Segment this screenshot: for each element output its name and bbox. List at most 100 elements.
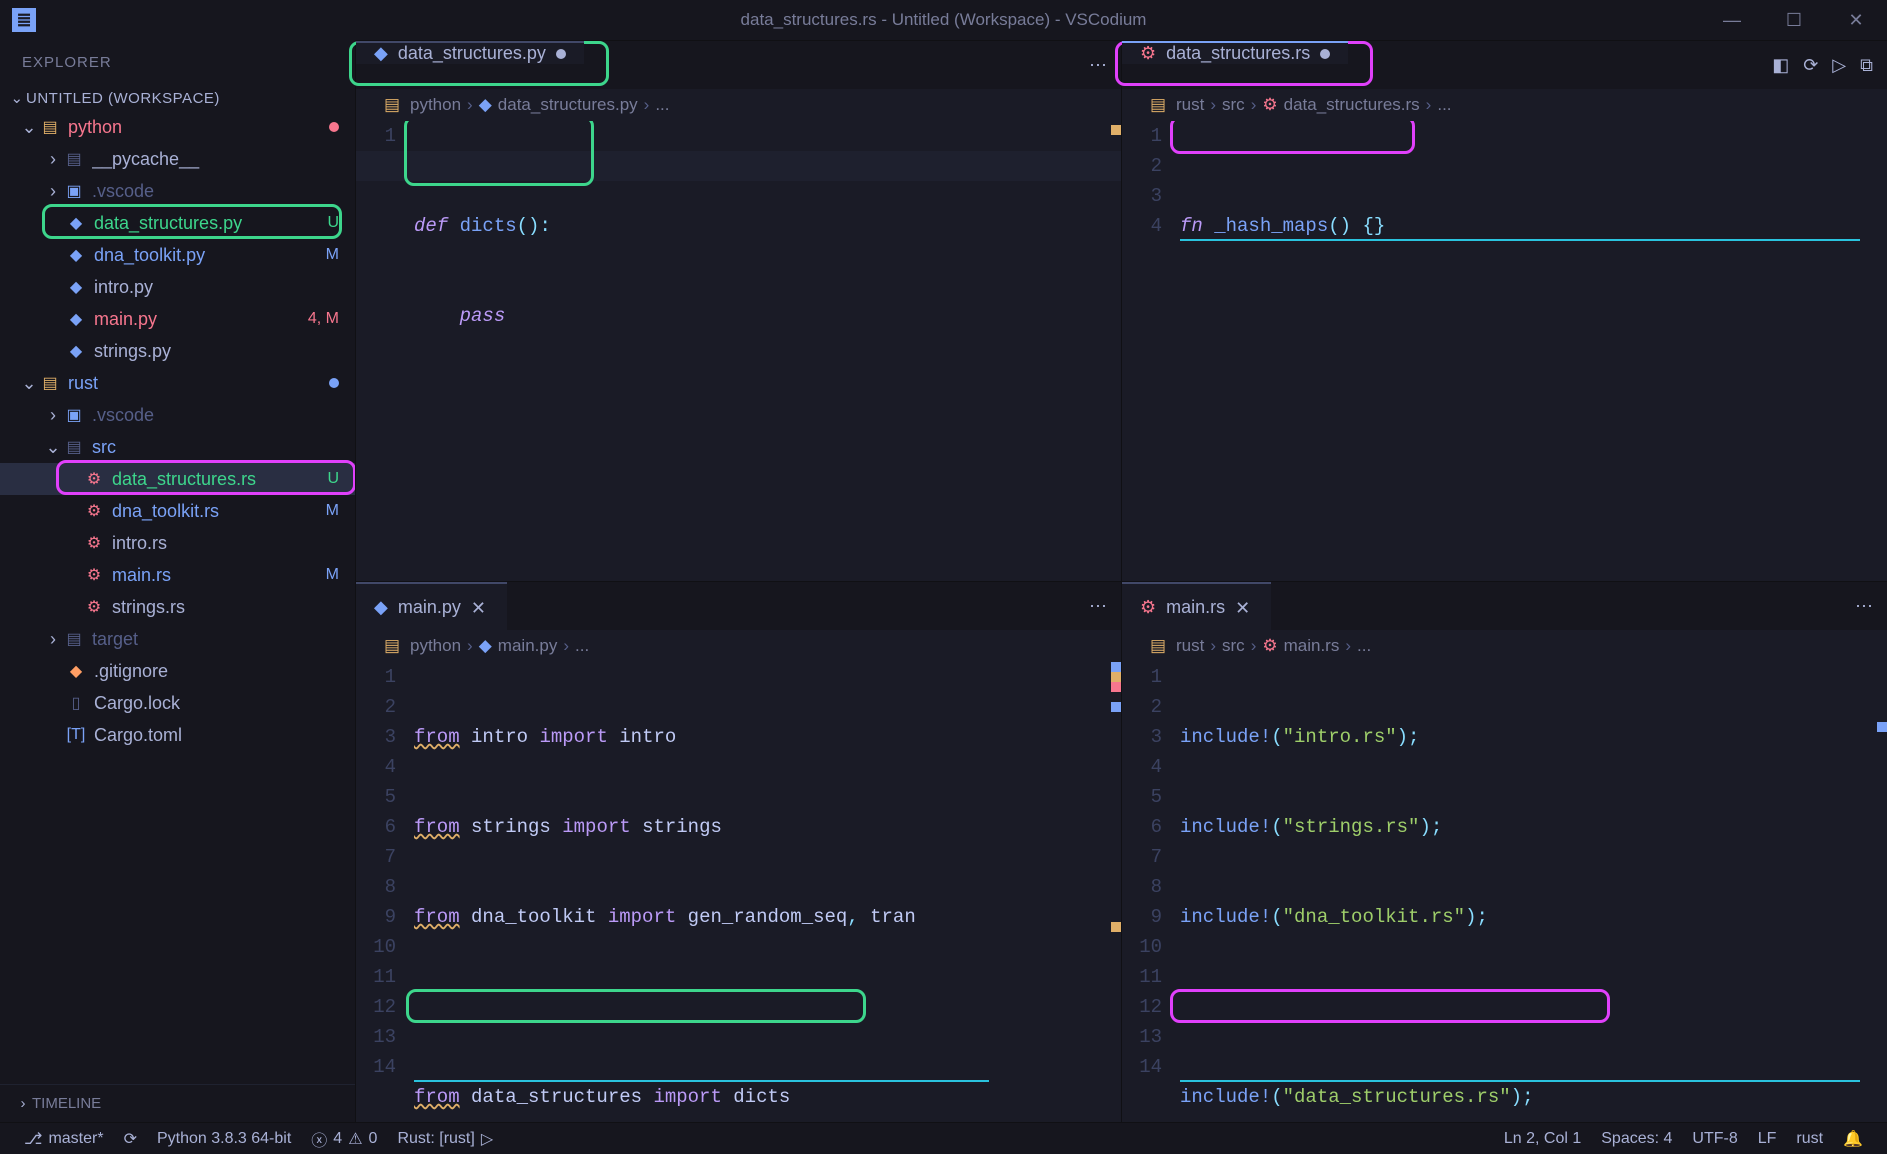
folder-icon: ▤: [62, 629, 86, 649]
breadcrumb-item: data_structures.rs: [1284, 95, 1420, 115]
status-problems[interactable]: ⓧ 4 ⚠ 0: [301, 1127, 387, 1151]
run-icon[interactable]: ▷: [1832, 55, 1846, 76]
window-controls: — ☐ ✕: [1701, 0, 1887, 40]
tree-file-intro-rs[interactable]: ⚙ intro.rs: [0, 527, 355, 559]
editor-pane-py-ds: ◆ data_structures.py ⋯ ▤ python › ◆ data…: [355, 40, 1121, 581]
tree-folder-vscode-py[interactable]: › ▣ .vscode: [0, 175, 355, 207]
status-branch[interactable]: ⎇ master*: [14, 1129, 114, 1149]
status-label: master*: [48, 1130, 103, 1148]
status-label: rust: [1796, 1130, 1823, 1148]
tree-label: main.rs: [112, 565, 326, 586]
tree-folder-pycache[interactable]: › ▤ __pycache__: [0, 143, 355, 175]
python-icon: ◆: [64, 245, 88, 265]
tree-file-data-structures-py[interactable]: ◆ data_structures.py U: [0, 207, 355, 239]
close-button[interactable]: ✕: [1825, 0, 1887, 40]
tree-label: .gitignore: [94, 661, 339, 682]
status-sync[interactable]: ⟳: [114, 1129, 147, 1149]
tree-file-data-structures-rs[interactable]: ⚙ data_structures.rs U: [0, 463, 355, 495]
tree-file-gitignore[interactable]: ◆ .gitignore: [0, 655, 355, 687]
tree-label: src: [92, 437, 339, 458]
tree-file-dna-toolkit-py[interactable]: ◆ dna_toolkit.py M: [0, 239, 355, 271]
breadcrumb[interactable]: ▤ python › ◆ data_structures.py › ...: [356, 89, 1121, 121]
code-editor[interactable]: 12 def dicts(): pass: [356, 121, 1121, 581]
code-editor[interactable]: 1234567891011121314 include!("intro.rs")…: [1122, 662, 1887, 1122]
status-label: LF: [1758, 1130, 1777, 1148]
tree-label: rust: [68, 373, 329, 394]
tree-file-intro-py[interactable]: ◆ intro.py: [0, 271, 355, 303]
explorer-sidebar: EXPLORER ⌄ UNTITLED (WORKSPACE) ⌄ ▤ pyth…: [0, 40, 355, 1122]
git-icon: ◆: [64, 661, 88, 681]
tree-label: Cargo.lock: [94, 693, 339, 714]
sync-icon[interactable]: ⟳: [1803, 55, 1818, 76]
line-gutter: 12: [356, 121, 414, 581]
split-icon[interactable]: ⧉: [1860, 55, 1873, 76]
python-icon: ◆: [374, 597, 388, 618]
tree-label: data_structures.rs: [112, 469, 327, 490]
status-label: Python 3.8.3 64-bit: [157, 1130, 291, 1148]
python-icon: ◆: [64, 213, 88, 233]
breadcrumb-item: main.rs: [1284, 636, 1340, 656]
app-icon: ≣: [12, 8, 36, 32]
more-icon[interactable]: ⋯: [1089, 596, 1107, 617]
compare-icon[interactable]: ◧: [1772, 55, 1789, 76]
maximize-button[interactable]: ☐: [1763, 0, 1825, 40]
minimize-button[interactable]: —: [1701, 0, 1763, 40]
tree-label: .vscode: [92, 181, 339, 202]
git-status-badge: M: [326, 502, 339, 520]
tree-folder-src[interactable]: ⌄ ▤ src: [0, 431, 355, 463]
run-icon: ▷: [481, 1129, 493, 1149]
tree-label: .vscode: [92, 405, 339, 426]
breadcrumb[interactable]: ▤ python › ◆ main.py › ...: [356, 630, 1121, 662]
tab-main-rs[interactable]: ⚙ main.rs ✕: [1122, 582, 1271, 630]
status-eol[interactable]: LF: [1748, 1129, 1787, 1149]
tree-label: python: [68, 117, 329, 138]
close-icon[interactable]: ✕: [1235, 598, 1253, 616]
code-editor[interactable]: 1234567891011121314 from intro import in…: [356, 662, 1121, 1122]
git-status-badge: M: [326, 246, 339, 264]
workspace-header[interactable]: ⌄ UNTITLED (WORKSPACE): [0, 85, 355, 111]
timeline-header[interactable]: › TIMELINE: [0, 1084, 355, 1122]
rust-icon: ⚙: [82, 597, 106, 617]
breadcrumb-item: python: [410, 636, 461, 656]
tab-main-py[interactable]: ◆ main.py ✕: [356, 582, 507, 630]
tabbar: ◆ data_structures.py ⋯: [356, 41, 1121, 89]
more-icon[interactable]: ⋯: [1855, 596, 1873, 617]
status-indent[interactable]: Spaces: 4: [1591, 1129, 1682, 1149]
tree-folder-vscode-rs[interactable]: › ▣ .vscode: [0, 399, 355, 431]
status-position[interactable]: Ln 2, Col 1: [1494, 1129, 1591, 1149]
chevron-down-icon: ⌄: [20, 373, 38, 394]
tree-file-strings-rs[interactable]: ⚙ strings.rs: [0, 591, 355, 623]
tree-folder-python[interactable]: ⌄ ▤ python: [0, 111, 355, 143]
tree-file-main-py[interactable]: ◆ main.py 4, M: [0, 303, 355, 335]
status-notifications[interactable]: 🔔: [1833, 1129, 1873, 1149]
tree-file-dna-toolkit-rs[interactable]: ⚙ dna_toolkit.rs M: [0, 495, 355, 527]
rust-icon: ⚙: [82, 469, 106, 489]
tab-label: data_structures.rs: [1166, 43, 1310, 64]
rust-icon: ⚙: [1262, 95, 1277, 115]
tree-label: intro.rs: [112, 533, 339, 554]
more-icon[interactable]: ⋯: [1089, 55, 1107, 76]
status-rust[interactable]: Rust: [rust] ▷: [387, 1129, 503, 1149]
breadcrumb[interactable]: ▤ rust › src › ⚙ data_structures.rs › ..…: [1122, 89, 1887, 121]
close-icon[interactable]: ✕: [471, 598, 489, 616]
tree-folder-rust[interactable]: ⌄ ▤ rust: [0, 367, 355, 399]
status-language[interactable]: rust: [1786, 1129, 1833, 1149]
tab-label: main.rs: [1166, 597, 1225, 618]
code-editor[interactable]: 1234 fn _hash_maps() {}: [1122, 121, 1887, 581]
file-tree: ⌄ ▤ python › ▤ __pycache__ › ▣ .vscode ◆…: [0, 111, 355, 1084]
breadcrumb[interactable]: ▤ rust › src › ⚙ main.rs › ...: [1122, 630, 1887, 662]
rust-icon: ⚙: [1140, 597, 1156, 618]
chevron-right-icon: ›: [44, 629, 62, 650]
tree-file-cargo-toml[interactable]: [T] Cargo.toml: [0, 719, 355, 751]
tree-file-strings-py[interactable]: ◆ strings.py: [0, 335, 355, 367]
tree-file-cargo-lock[interactable]: ▯ Cargo.lock: [0, 687, 355, 719]
tab-data-structures-rs[interactable]: ⚙ data_structures.rs: [1122, 41, 1348, 64]
tab-data-structures-py[interactable]: ◆ data_structures.py: [356, 41, 584, 64]
titlebar: ≣ data_structures.rs - Untitled (Workspa…: [0, 0, 1887, 40]
status-encoding[interactable]: UTF-8: [1682, 1129, 1747, 1149]
tree-folder-target[interactable]: › ▤ target: [0, 623, 355, 655]
status-python[interactable]: Python 3.8.3 64-bit: [147, 1130, 301, 1148]
tree-file-main-rs[interactable]: ⚙ main.rs M: [0, 559, 355, 591]
breadcrumb-item: src: [1222, 636, 1245, 656]
git-status-badge: 4, M: [308, 310, 339, 328]
